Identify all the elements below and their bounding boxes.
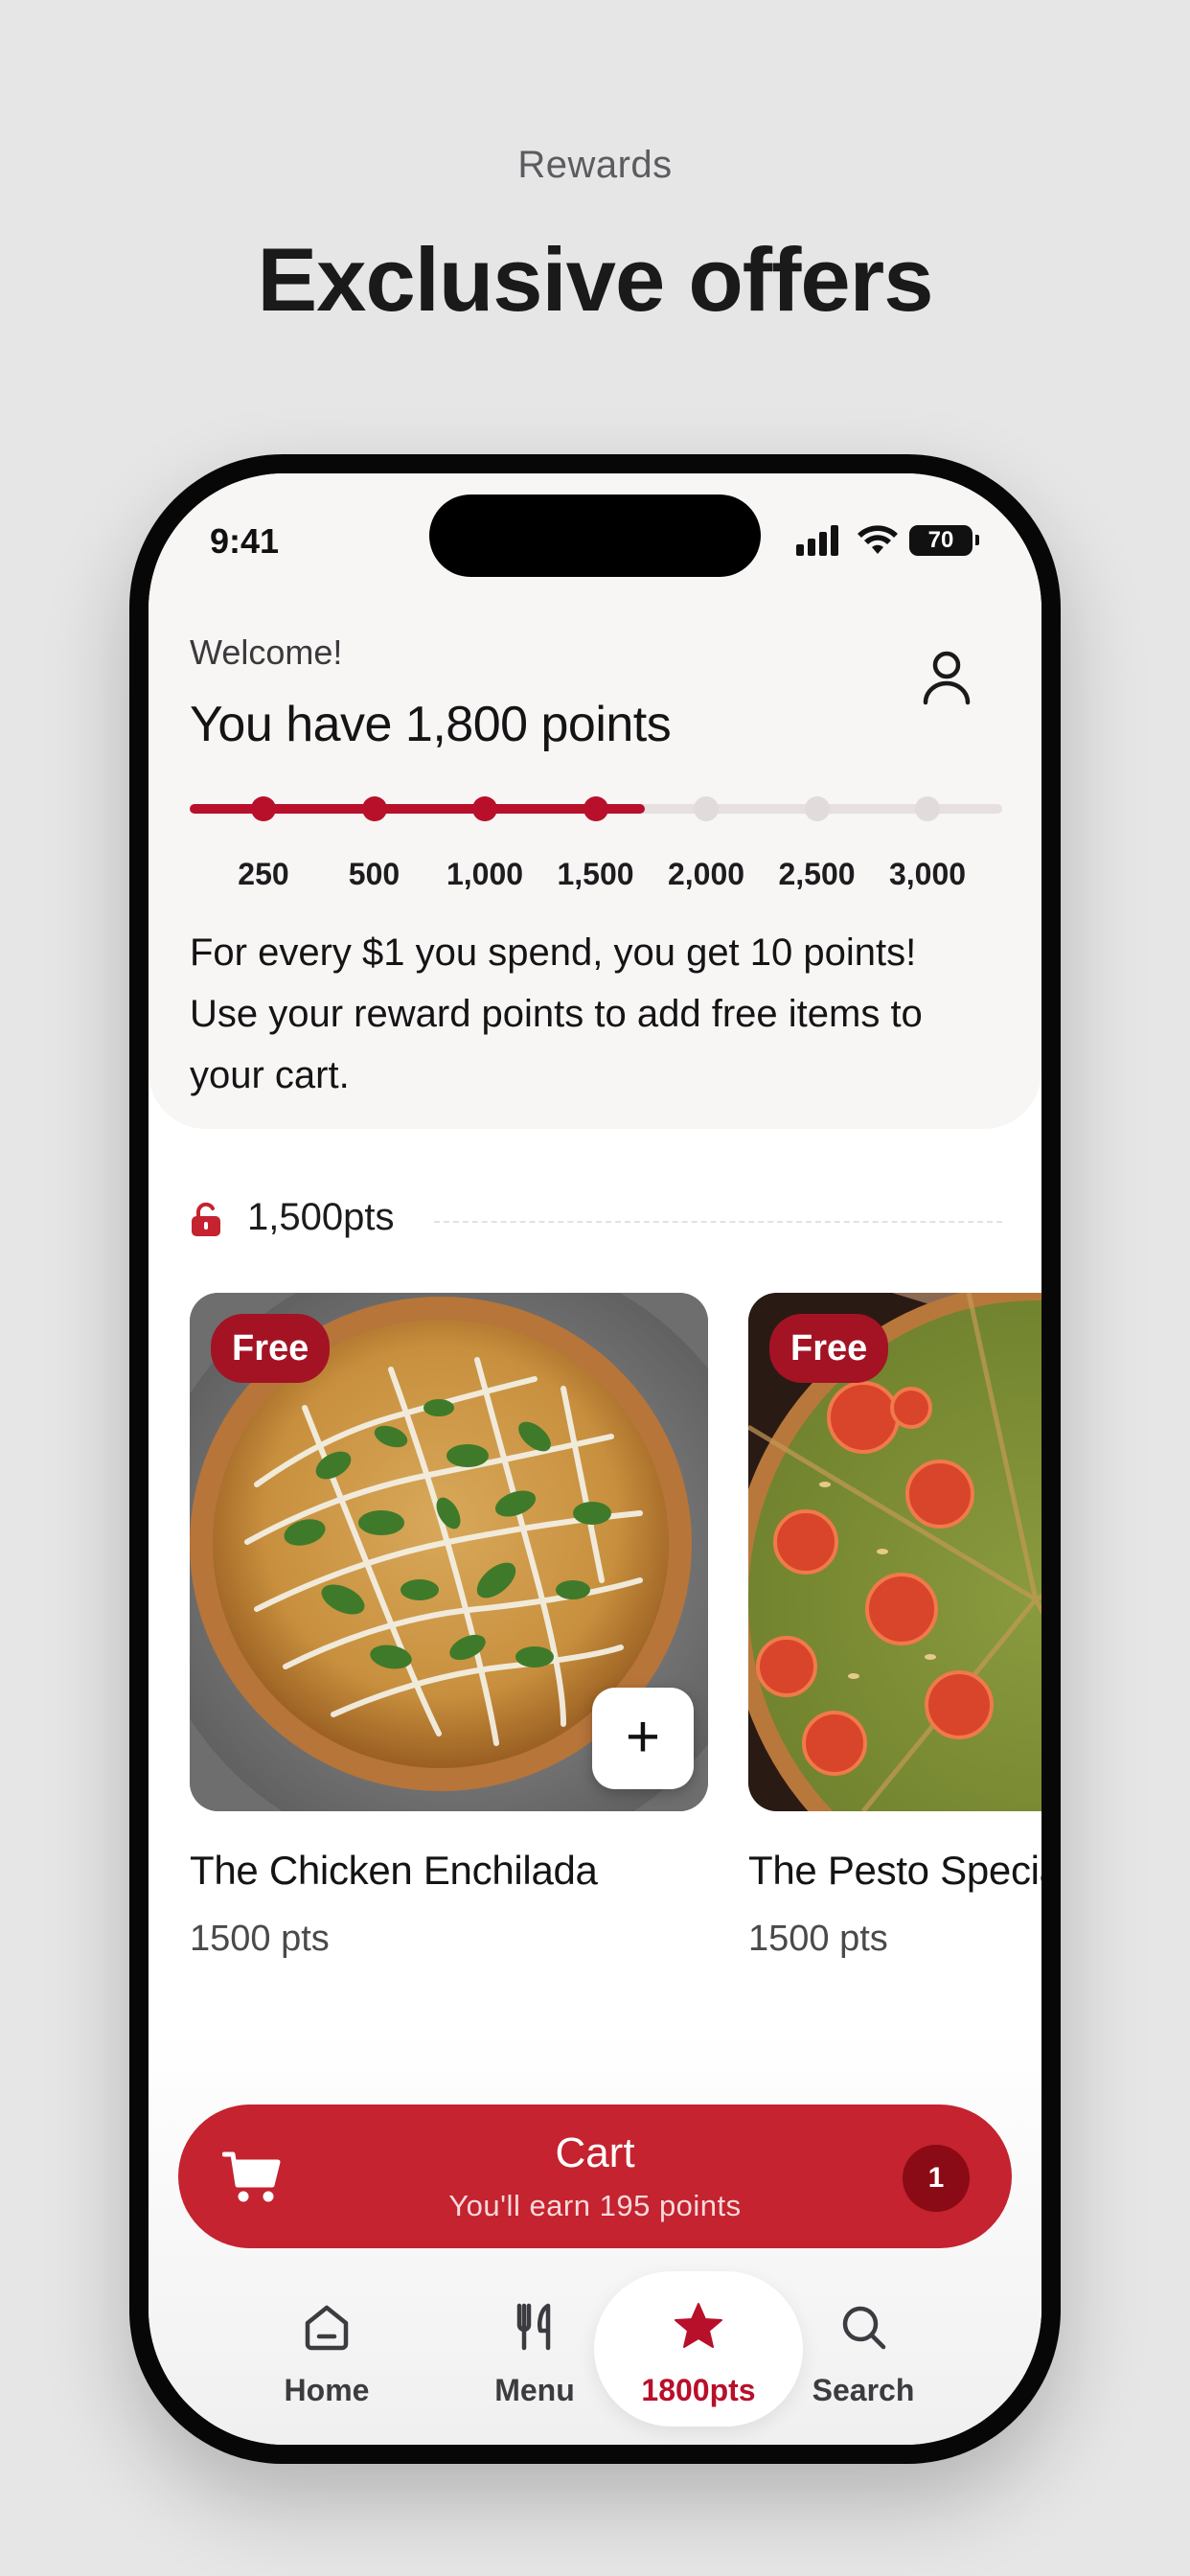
product-card[interactable]: Free The Pesto Special 1500 pts (748, 1293, 1041, 1960)
status-time: 9:41 (210, 521, 280, 561)
battery-nub (975, 535, 979, 545)
battery-indicator: 70 (909, 525, 973, 556)
earn-info-text: For every $1 you spend, you get 10 point… (190, 932, 923, 1096)
product-points: 1500 pts (190, 1919, 330, 1959)
page-kicker: Rewards (517, 144, 673, 186)
rewards-summary-card: 9:41 70 Welcome! You have 1,800 points 2… (149, 473, 1041, 1129)
points-progress-bar (190, 796, 1002, 821)
milestone-dot (915, 796, 940, 821)
milestone-dot (361, 796, 387, 821)
product-image: Free + (190, 1293, 708, 1811)
utensils-icon (516, 2303, 551, 2351)
milestone-dot (472, 796, 497, 821)
plus-icon: + (625, 1704, 661, 1770)
milestone-dot (251, 796, 276, 821)
points-balance: You have 1,800 points (190, 697, 672, 752)
search-icon (842, 2306, 886, 2350)
phone-screen: 9:41 70 Welcome! You have 1,800 points 2… (149, 473, 1041, 2445)
nav-search[interactable]: Search (759, 2271, 968, 2426)
milestone-dot (583, 796, 608, 821)
page-title: Exclusive offers (257, 229, 933, 330)
product-points: 1500 pts (748, 1919, 888, 1959)
cart-button[interactable]: Cart You'll earn 195 points 1 (178, 2104, 1012, 2248)
milestone-label: 3,000 (888, 857, 967, 891)
tier-label: 1,500pts (247, 1196, 395, 1238)
cart-count-badge: 1 (903, 2145, 970, 2212)
profile-icon[interactable] (920, 649, 973, 706)
cart-title: Cart (555, 2129, 635, 2176)
status-icons: 70 (796, 521, 988, 560)
nav-label: Search (812, 2373, 915, 2407)
cart-earn-points: You'll earn 195 points (448, 2189, 742, 2222)
milestone-dot (804, 796, 830, 821)
star-icon (675, 2303, 722, 2348)
add-to-cart-button[interactable]: + (592, 1688, 694, 1789)
product-card[interactable]: Free + The Chicken Enchilada 1500 pts (190, 1293, 708, 1960)
product-name: The Pesto Special (748, 1848, 1041, 1893)
product-name: The Chicken Enchilada (190, 1848, 598, 1893)
wifi-icon (858, 525, 898, 554)
tier-divider (434, 1221, 1002, 1223)
free-badge: Free (769, 1314, 889, 1383)
tier-header: 1,500pts (190, 1194, 1002, 1242)
nav-home[interactable]: Home (222, 2271, 431, 2426)
welcome-text: Welcome! (190, 632, 343, 672)
unlocked-lock-icon (192, 1202, 220, 1236)
home-icon (305, 2305, 349, 2351)
free-badge: Free (211, 1314, 331, 1383)
dynamic-island (429, 494, 761, 577)
product-image: Free (748, 1293, 1041, 1811)
nav-label: Home (284, 2373, 370, 2407)
milestone-dot (694, 796, 719, 821)
